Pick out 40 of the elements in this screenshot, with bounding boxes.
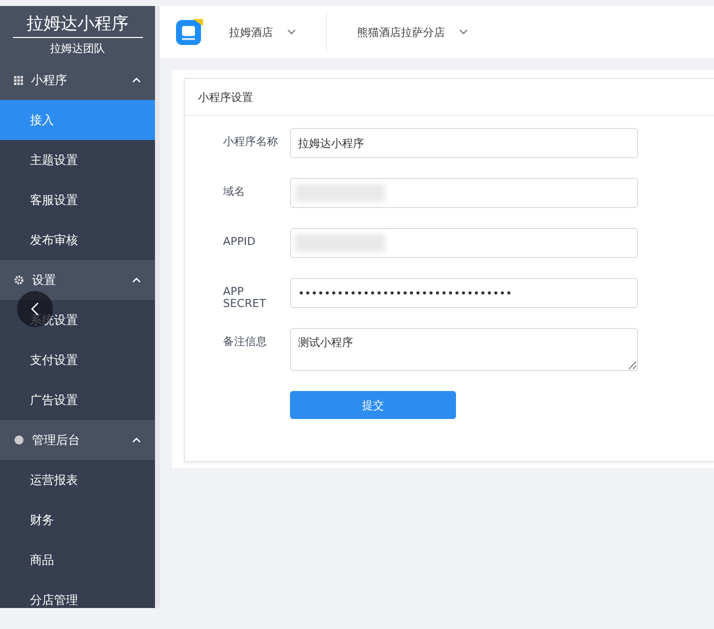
menu-group-label: 管理后台 [32,432,81,448]
chevron-left-icon [31,302,39,316]
input-field[interactable] [290,228,638,258]
menu-group-label: 设置 [32,272,57,288]
menu-item[interactable]: 商品 [0,540,155,580]
input-field[interactable] [290,178,638,208]
field-label: 域名 [223,184,246,200]
app-title: 拉姆达小程序 [12,12,142,38]
field-label: APP SECRET [223,284,267,312]
chevron-down-icon [459,29,468,35]
menu-group[interactable]: 管理后台 [0,420,155,460]
textarea-field[interactable]: 测试小程序 [290,328,638,371]
team-name: 拉姆达团队 [50,41,105,56]
menu-item[interactable]: 财务 [0,500,155,540]
field-label: 小程序名称 [223,134,279,150]
menu-item[interactable]: 发布审核 [0,220,155,260]
store-selector[interactable]: 拉姆酒店 [203,12,327,52]
card-title: 小程序设置 [185,79,714,116]
menu-item[interactable]: 广告设置 [0,380,155,420]
field-label: 备注信息 [223,334,268,350]
chevron-up-icon [132,277,141,283]
field-label: APPID [223,234,257,250]
menu-item[interactable]: 主题设置 [0,140,155,180]
hotel-logo-icon [176,18,203,46]
menu-group[interactable]: 小程序 [0,60,155,100]
chevron-down-icon [287,29,296,35]
chevron-up-icon [132,77,141,83]
menu-item[interactable]: 运营报表 [0,460,155,500]
menu-group-label: 小程序 [31,72,68,88]
store-selector[interactable]: 熊猫酒店拉萨分店 [327,12,498,52]
chevron-up-icon [132,437,141,443]
menu-item[interactable]: 分店管理 [0,580,155,608]
menu-item[interactable]: 支付设置 [0,340,155,380]
menu-item[interactable]: 客服设置 [0,180,155,220]
password-field[interactable]: ••••••••••••••••••••••••••••••••• [290,278,638,308]
grid-icon [14,76,23,84]
settings-icon [14,275,24,285]
menu-group[interactable]: 设置 [0,260,155,300]
circle-icon [14,435,24,445]
input-field[interactable]: 拉姆达小程序 [290,128,638,158]
